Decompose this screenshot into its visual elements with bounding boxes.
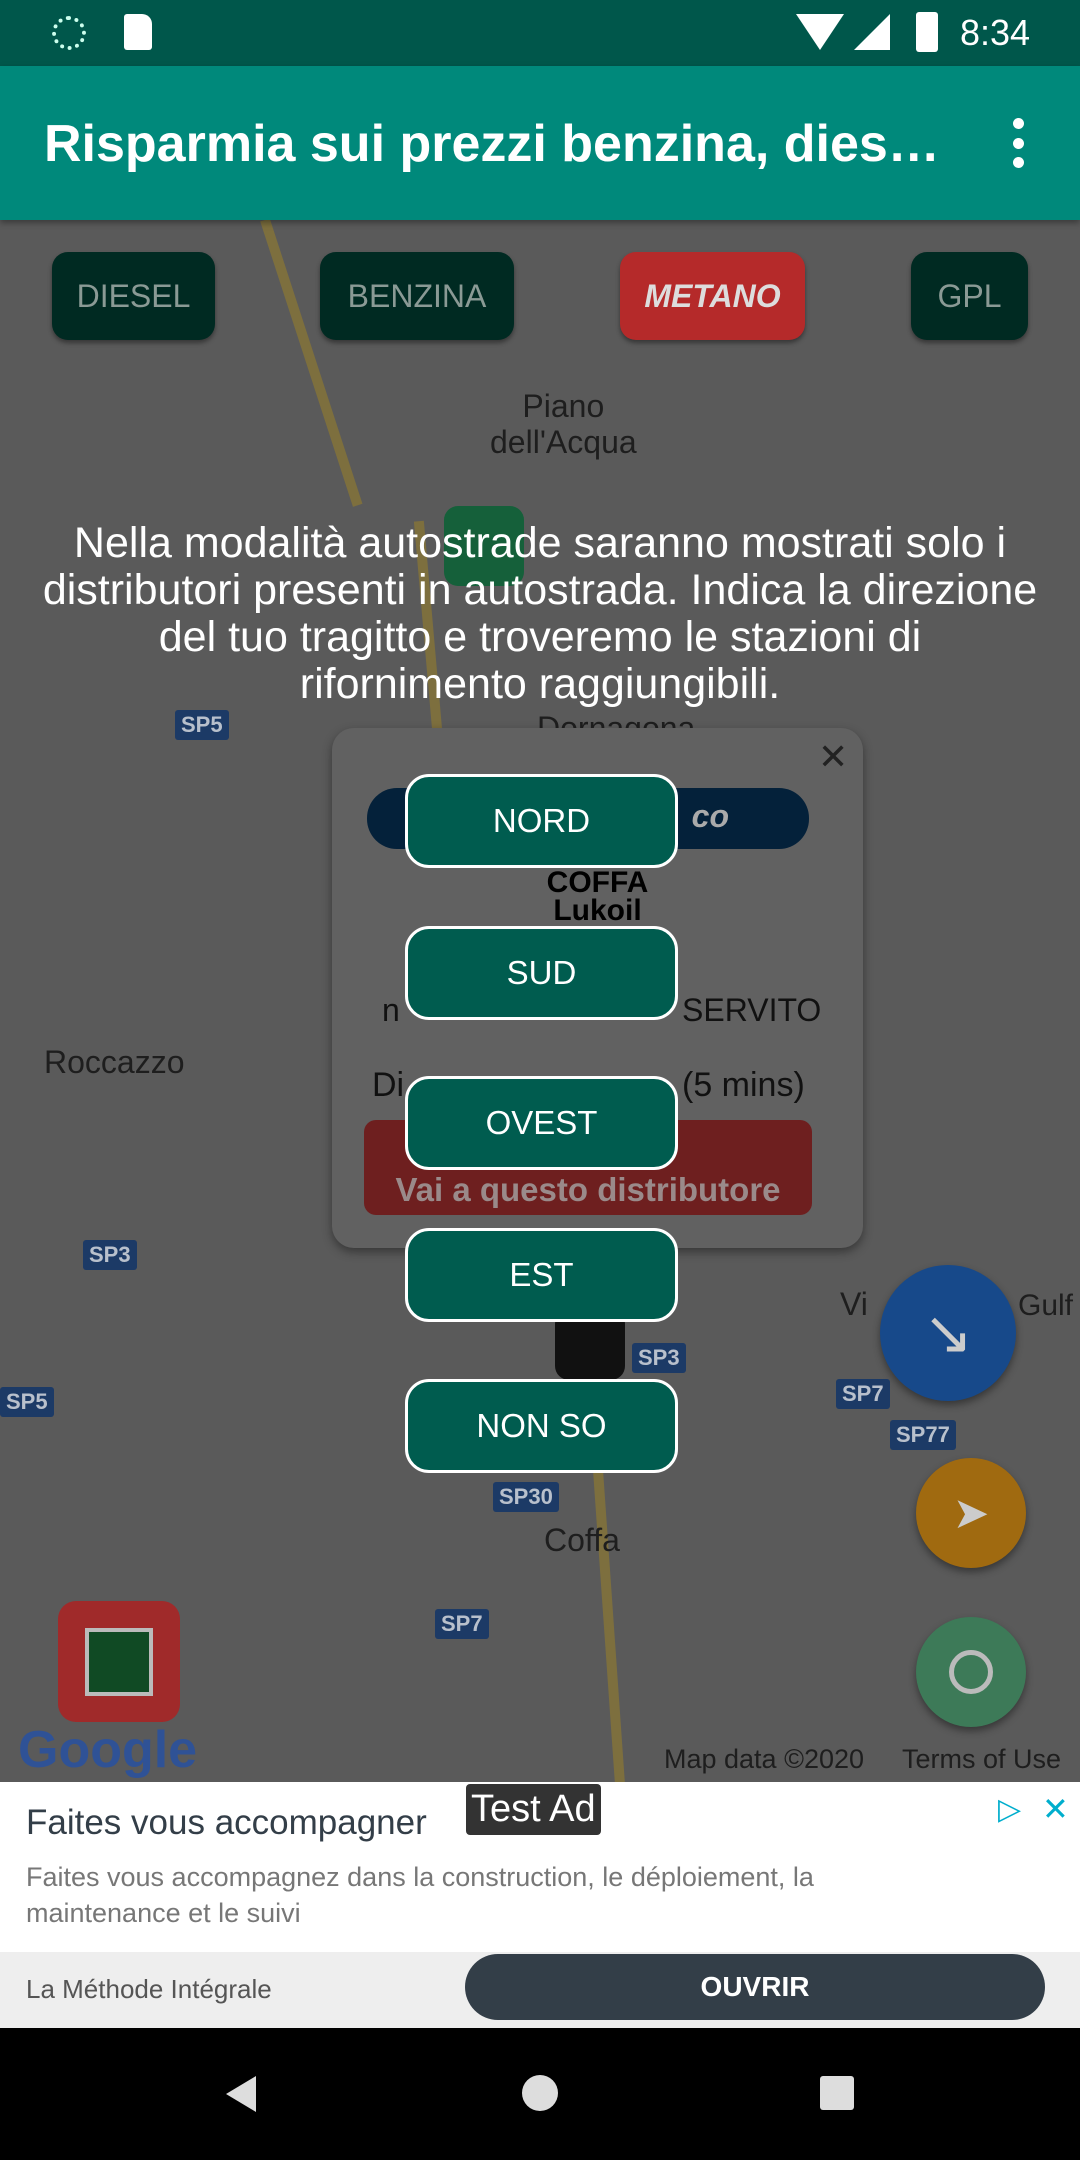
station-brand: Lukoil: [553, 894, 642, 927]
direction-sud-button[interactable]: SUD: [405, 926, 678, 1020]
ad-advertiser: La Méthode Intégrale: [26, 1974, 272, 2004]
road-shield: SP7: [435, 1609, 489, 1639]
direction-non-so-button[interactable]: NON SO: [405, 1379, 678, 1473]
terms-link[interactable]: Terms of Use: [902, 1744, 1061, 1775]
ad-close-icon[interactable]: ✕: [1042, 1790, 1069, 1828]
home-icon[interactable]: [522, 2075, 558, 2111]
recents-icon[interactable]: [820, 2076, 854, 2110]
map-attribution: Map data ©2020: [664, 1744, 865, 1774]
my-location-button[interactable]: [916, 1617, 1026, 1727]
distance-time: (5 mins): [682, 1066, 805, 1104]
fuel-benzina-button[interactable]: BENZINA: [320, 252, 514, 340]
road-shield: SP3: [632, 1343, 686, 1373]
more-vert-icon[interactable]: [1010, 118, 1026, 168]
gps-target-icon: [949, 1650, 993, 1694]
highway-icon: [85, 1627, 153, 1696]
wifi-icon: [796, 14, 844, 50]
place-label: Vi: [840, 1286, 868, 1322]
close-icon[interactable]: ✕: [818, 736, 848, 778]
ad-body: Faites vous accompagnez dans la construc…: [26, 1862, 814, 1928]
service-type: SERVITO: [682, 992, 822, 1028]
ad-title[interactable]: Faites vous accompagner: [26, 1803, 427, 1843]
road-shield: SP3: [83, 1240, 137, 1270]
navigate-button[interactable]: ➤: [916, 1458, 1026, 1568]
battery-icon: [916, 12, 938, 52]
place-label: Roccazzo: [44, 1044, 185, 1080]
ad-banner[interactable]: Faites vous accompagner Test Ad ▷ ✕ Fait…: [0, 1782, 1080, 2028]
adchoices-icon[interactable]: ▷: [998, 1792, 1021, 1827]
direction-est-button[interactable]: EST: [405, 1228, 678, 1322]
road-shield: SP30: [493, 1482, 559, 1512]
sync-icon: [52, 16, 86, 50]
service-prefix: n: [382, 992, 400, 1028]
fuel-diesel-button[interactable]: DIESEL: [52, 252, 215, 340]
place-label: Piano dell'Acqua: [490, 388, 637, 460]
place-label: Coffa: [544, 1522, 620, 1558]
app-bar: Risparmia sui prezzi benzina, dies…: [0, 66, 1080, 220]
highway-mode-message: Nella modalità autostrade saranno mostra…: [42, 519, 1038, 708]
fuel-gpl-button[interactable]: GPL: [911, 252, 1028, 340]
direction-nord-button[interactable]: NORD: [405, 774, 678, 868]
signal-icon: [854, 14, 890, 50]
place-label: Gulf: [1018, 1289, 1074, 1322]
highway-mode-button[interactable]: [58, 1601, 180, 1722]
trending-down-icon: ↘: [922, 1299, 974, 1366]
test-ad-badge: Test Ad: [466, 1784, 601, 1835]
road-shield: SP77: [890, 1420, 956, 1450]
road-shield: SP7: [836, 1379, 890, 1409]
sd-card-icon: [124, 14, 152, 50]
road-shield: SP5: [0, 1387, 54, 1417]
price-trend-button[interactable]: ↘: [880, 1265, 1016, 1401]
fuel-metano-button[interactable]: METANO: [620, 252, 805, 340]
direction-ovest-button[interactable]: OVEST: [405, 1076, 678, 1170]
navigation-bar: [0, 2028, 1080, 2160]
station-name: COFFA: [546, 866, 649, 899]
road-shield: SP5: [175, 710, 229, 740]
clock: 8:34: [960, 12, 1031, 53]
navigation-arrow-icon: ➤: [952, 1488, 990, 1538]
ad-open-button[interactable]: OUVRIR: [465, 1954, 1045, 2020]
google-logo: Google: [18, 1721, 198, 1779]
back-icon[interactable]: [226, 2076, 256, 2112]
app-title: Risparmia sui prezzi benzina, dies…: [44, 115, 940, 173]
status-bar: 8:34: [0, 0, 1080, 66]
distance-prefix: Di: [372, 1066, 405, 1104]
